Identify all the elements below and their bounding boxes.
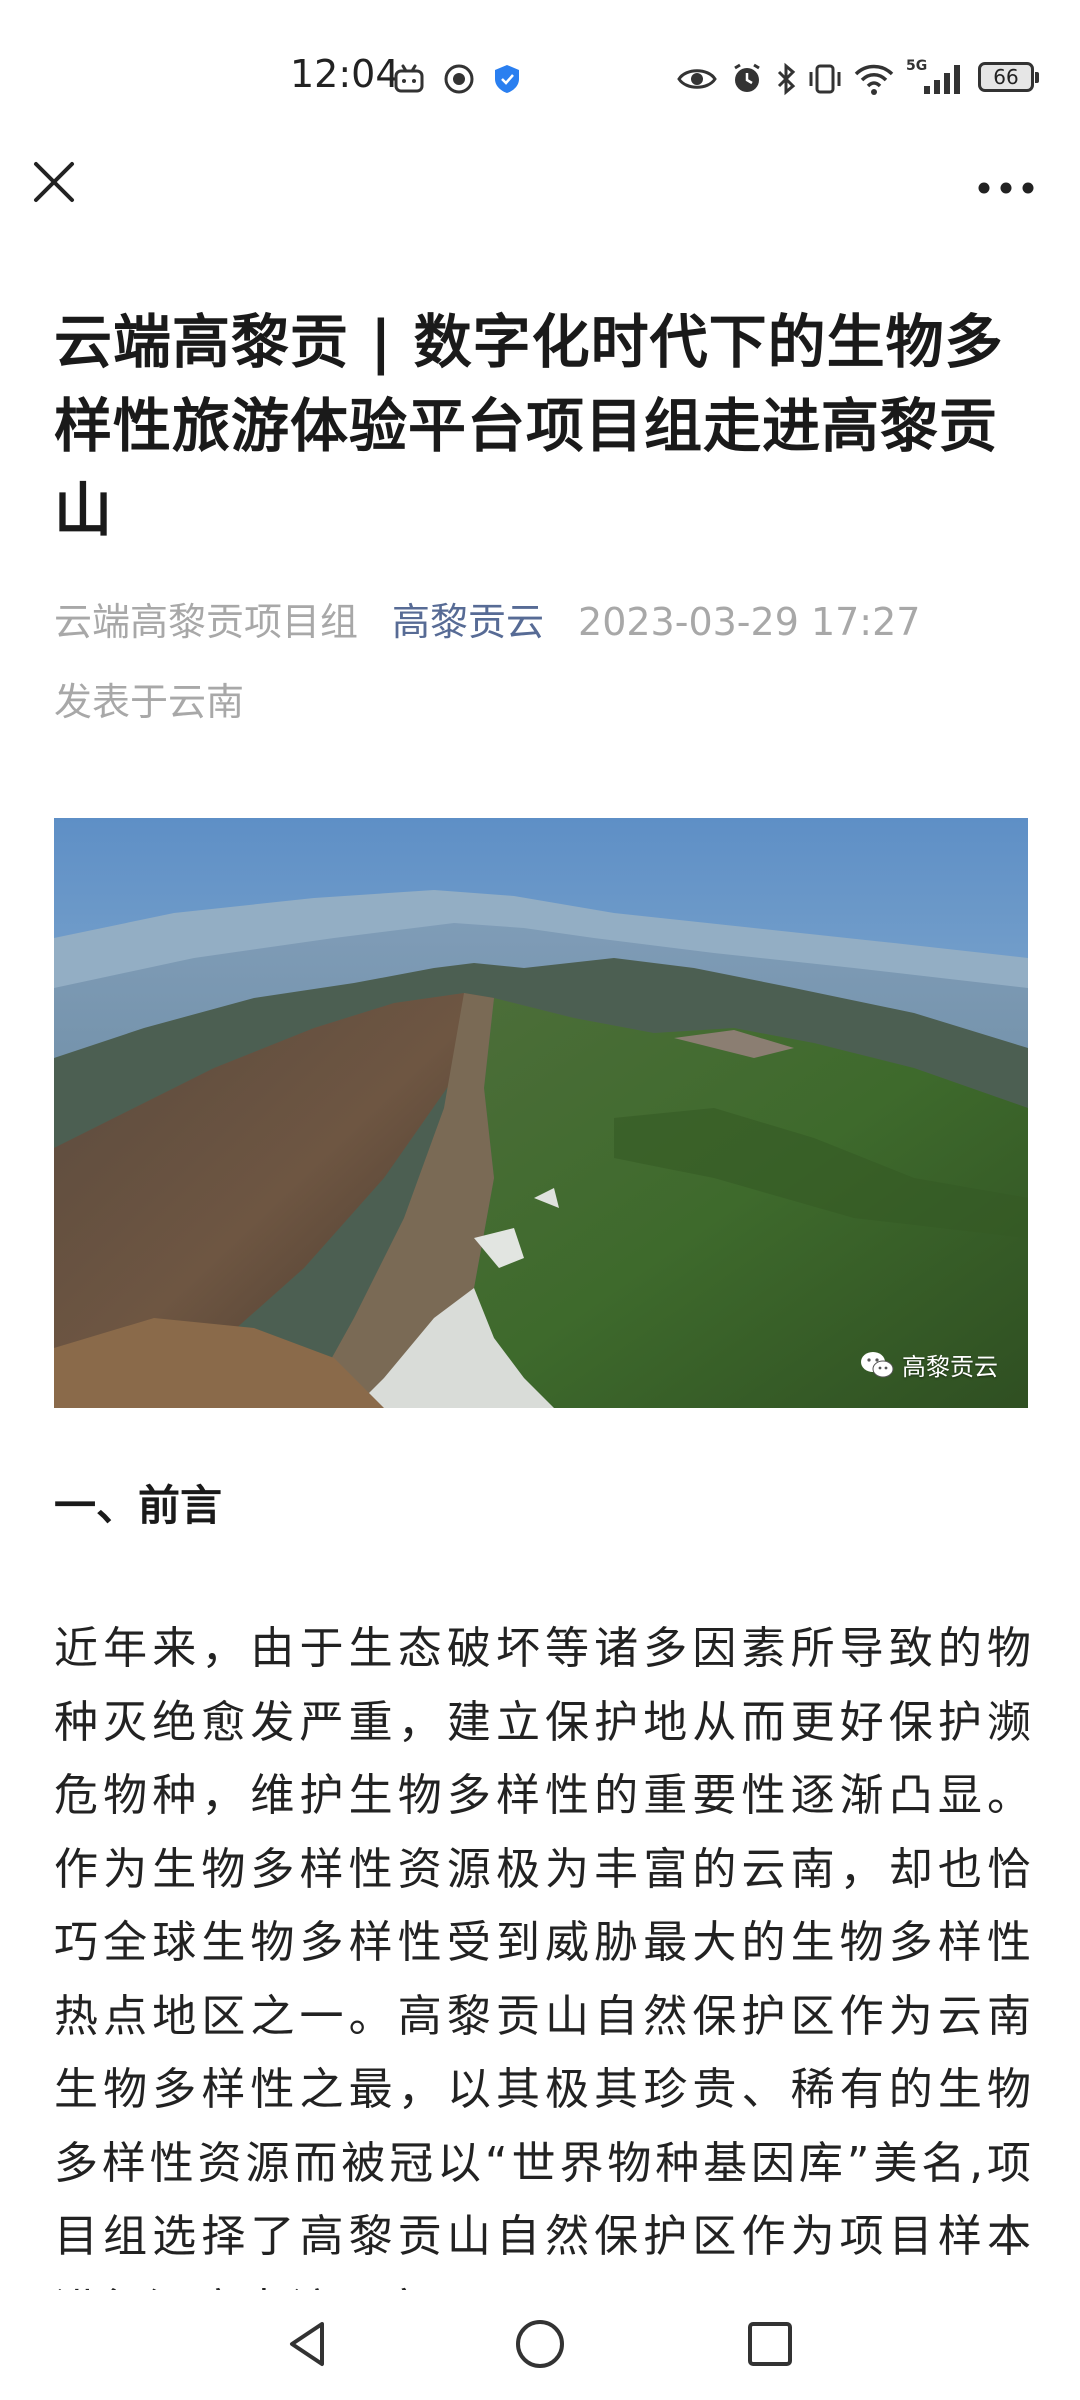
article-location: 发表于云南 [54,680,245,724]
timer-icon [444,64,474,94]
article-body-paragraph: 近年来，由于生态破坏等诸多因素所导致的物种灭绝愈发严重，建立保护地从而更好保护濒… [54,1623,1034,2336]
home-circle-icon [516,2320,564,2368]
screen: 12:04 5G 66 云端高黎贡 | 数字化时代下的生物多样性旅游体验平台项目… [0,0,1080,2400]
article-title: 云端高黎贡 | 数字化时代下的生物多样性旅游体验平台项目组走进高黎贡山 [54,308,1004,544]
close-icon [34,162,74,202]
signal-5g-icon [924,65,960,94]
article-datetime: 2023-03-29 17:27 [578,600,921,644]
eye-icon [677,69,717,89]
mountain-landscape-image [54,818,1028,1408]
bluetooth-icon [777,62,796,96]
bilibili-icon [394,64,424,93]
close-button[interactable] [22,150,86,214]
more-button[interactable] [970,158,1042,218]
shield-icon [495,65,519,93]
article-author: 云端高黎贡项目组 [54,600,359,644]
section-heading: 一、前言 [54,1481,223,1530]
status-bar: 12:04 5G 66 [0,0,1080,150]
article-meta: 云端高黎贡项目组 高黎贡云 2023-03-29 17:27 [54,592,1034,652]
article-hero-image[interactable]: 高黎贡云 [54,818,1028,1408]
back-triangle-icon [290,2322,324,2366]
home-button[interactable] [510,2314,570,2374]
battery-icon: 66 [978,62,1039,92]
recents-square-icon [748,2322,792,2366]
wifi-icon [854,64,894,95]
wechat-icon [861,1351,894,1377]
more-horizontal-icon [978,182,1034,194]
vibrate-icon [809,64,841,94]
watermark-text: 高黎贡云 [902,1353,998,1381]
status-time: 12:04 [290,52,400,96]
alarm-icon [734,63,760,92]
back-button[interactable] [278,2314,338,2374]
recents-button[interactable] [740,2314,800,2374]
image-watermark: 高黎贡云 [860,1347,998,1382]
account-link[interactable]: 高黎贡云 [392,600,544,644]
system-navigation-bar [0,2290,1080,2400]
